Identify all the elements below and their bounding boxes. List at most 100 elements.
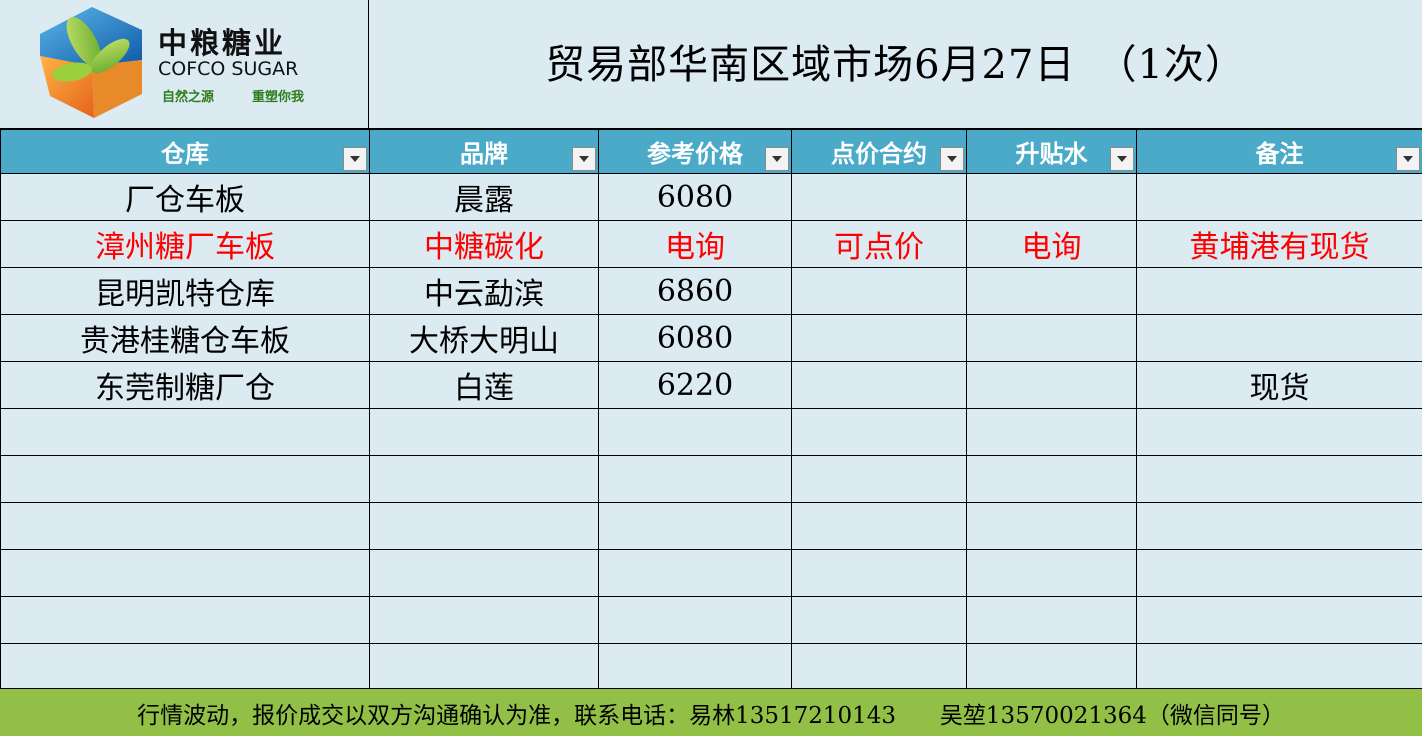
cell-warehouse[interactable]: 东莞制糖厂仓 <box>0 361 370 409</box>
cell-premium-discount[interactable] <box>966 502 1137 550</box>
cell-reference-price[interactable]: 6080 <box>598 314 792 362</box>
cell-premium-discount[interactable] <box>966 455 1137 503</box>
cell-pricing-contract[interactable] <box>791 408 967 456</box>
cell-reference-price[interactable] <box>598 549 792 597</box>
title-cell: 贸易部华南区域市场6月27日 （1次） <box>369 0 1422 129</box>
cell-remarks[interactable] <box>1136 267 1422 315</box>
cell-remarks[interactable] <box>1136 549 1422 597</box>
cell-premium-discount[interactable] <box>966 267 1137 315</box>
cell-premium-discount[interactable]: 电询 <box>966 220 1137 268</box>
cell-remarks[interactable] <box>1136 173 1422 221</box>
cell-reference-price[interactable] <box>598 408 792 456</box>
cell-remarks[interactable]: 现货 <box>1136 361 1422 409</box>
cell-brand[interactable] <box>369 408 599 456</box>
cell-warehouse[interactable]: 厂仓车板 <box>0 173 370 221</box>
cell-brand[interactable] <box>369 502 599 550</box>
cell-warehouse[interactable]: 昆明凯特仓库 <box>0 267 370 315</box>
cell-premium-discount[interactable] <box>966 596 1137 644</box>
column-header-inner: 点价合约 <box>793 131 966 173</box>
cell-remarks[interactable] <box>1136 643 1422 691</box>
cell-brand[interactable]: 中云勐滨 <box>369 267 599 315</box>
cell-reference-price[interactable] <box>598 596 792 644</box>
brand-slogan-right: 重塑你我 <box>252 90 305 105</box>
cell-brand[interactable] <box>369 549 599 597</box>
table-row <box>0 596 1422 644</box>
cell-warehouse[interactable]: 漳州糖厂车板 <box>0 220 370 268</box>
column-header-label: 升贴水 <box>1015 140 1088 168</box>
cell-premium-discount[interactable] <box>966 408 1137 456</box>
filter-dropdown-button[interactable] <box>572 146 596 171</box>
column-header-reference-price: 参考价格 <box>598 129 792 174</box>
brand-name-cn: 中粮糖业 <box>158 26 287 60</box>
cell-warehouse[interactable] <box>0 596 370 644</box>
column-header-inner: 升贴水 <box>968 131 1136 173</box>
logo-cell: 中粮糖业 COFCO SUGAR 自然之源 重塑你我 <box>0 0 369 129</box>
cell-warehouse[interactable] <box>0 643 370 691</box>
cell-pricing-contract[interactable] <box>791 267 967 315</box>
column-header-label: 参考价格 <box>647 140 743 168</box>
table-header-row: 仓库 品牌 参考价格 点价合约 升贴水 备注 <box>0 129 1422 174</box>
column-header-remarks: 备注 <box>1136 129 1422 174</box>
cell-reference-price[interactable] <box>598 502 792 550</box>
cell-remarks[interactable] <box>1136 502 1422 550</box>
column-header-label: 仓库 <box>161 140 209 168</box>
footer-bar: 行情波动，报价成交以双方沟通确认为准，联系电话：易林13517210143 吴堃… <box>0 688 1422 736</box>
cell-premium-discount[interactable] <box>966 643 1137 691</box>
cell-pricing-contract[interactable] <box>791 361 967 409</box>
chevron-down-icon <box>1117 155 1127 162</box>
cell-brand[interactable]: 白莲 <box>369 361 599 409</box>
cell-warehouse[interactable] <box>0 455 370 503</box>
cell-pricing-contract[interactable] <box>791 173 967 221</box>
cell-remarks[interactable] <box>1136 455 1422 503</box>
cell-reference-price[interactable] <box>598 455 792 503</box>
cell-brand[interactable] <box>369 596 599 644</box>
cell-premium-discount[interactable] <box>966 173 1137 221</box>
cell-brand[interactable] <box>369 455 599 503</box>
cell-remarks[interactable] <box>1136 408 1422 456</box>
price-table: 仓库 品牌 参考价格 点价合约 升贴水 备注 厂仓车板 晨露 6080 漳州糖厂车板 中糖碳化 电询… <box>0 129 1422 691</box>
cell-remarks[interactable]: 黄埔港有现货 <box>1136 220 1422 268</box>
cell-brand[interactable]: 中糖碳化 <box>369 220 599 268</box>
cell-brand[interactable]: 大桥大明山 <box>369 314 599 362</box>
cell-pricing-contract[interactable] <box>791 502 967 550</box>
cell-reference-price[interactable]: 电询 <box>598 220 792 268</box>
cell-brand[interactable] <box>369 643 599 691</box>
column-header-warehouse: 仓库 <box>0 129 370 174</box>
table-row <box>0 549 1422 597</box>
filter-dropdown-button[interactable] <box>343 146 367 171</box>
filter-dropdown-button[interactable] <box>1396 146 1420 171</box>
cell-premium-discount[interactable] <box>966 314 1137 362</box>
cell-reference-price[interactable]: 6860 <box>598 267 792 315</box>
cell-pricing-contract[interactable] <box>791 549 967 597</box>
cell-pricing-contract[interactable] <box>791 596 967 644</box>
cell-reference-price[interactable] <box>598 643 792 691</box>
filter-dropdown-button[interactable] <box>1110 146 1134 171</box>
chevron-down-icon <box>350 155 360 162</box>
cell-reference-price[interactable]: 6080 <box>598 173 792 221</box>
cell-reference-price[interactable]: 6220 <box>598 361 792 409</box>
chevron-down-icon <box>579 155 589 162</box>
cell-remarks[interactable] <box>1136 314 1422 362</box>
cell-remarks[interactable] <box>1136 596 1422 644</box>
filter-dropdown-button[interactable] <box>765 146 789 171</box>
cell-premium-discount[interactable] <box>966 549 1137 597</box>
cell-warehouse[interactable]: 贵港桂糖仓车板 <box>0 314 370 362</box>
table-row: 昆明凯特仓库 中云勐滨 6860 <box>0 267 1422 315</box>
cell-warehouse[interactable] <box>0 502 370 550</box>
cell-pricing-contract[interactable]: 可点价 <box>791 220 967 268</box>
column-header-inner: 品牌 <box>371 131 598 173</box>
table-row: 漳州糖厂车板 中糖碳化 电询 可点价 电询 黄埔港有现货 <box>0 220 1422 268</box>
sheet-header: 中粮糖业 COFCO SUGAR 自然之源 重塑你我 贸易部华南区域市场6月27… <box>0 0 1422 129</box>
table-row: 东莞制糖厂仓 白莲 6220 现货 <box>0 361 1422 409</box>
cell-premium-discount[interactable] <box>966 361 1137 409</box>
cell-brand[interactable]: 晨露 <box>369 173 599 221</box>
cell-pricing-contract[interactable] <box>791 455 967 503</box>
cell-warehouse[interactable] <box>0 408 370 456</box>
filter-dropdown-button[interactable] <box>940 146 964 171</box>
cell-pricing-contract[interactable] <box>791 314 967 362</box>
table-row <box>0 408 1422 456</box>
cell-pricing-contract[interactable] <box>791 643 967 691</box>
column-header-inner: 参考价格 <box>600 131 791 173</box>
spreadsheet-sheet: 中粮糖业 COFCO SUGAR 自然之源 重塑你我 贸易部华南区域市场6月27… <box>0 0 1422 736</box>
cell-warehouse[interactable] <box>0 549 370 597</box>
